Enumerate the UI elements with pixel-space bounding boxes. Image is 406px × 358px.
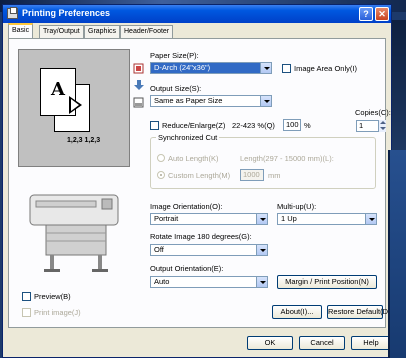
- tab-graphics[interactable]: Graphics: [84, 25, 121, 38]
- length-range-label: Length(297 - 15000 mm)(L):: [240, 154, 334, 163]
- chevron-down-icon: [256, 277, 267, 287]
- copies-spinner[interactable]: [378, 120, 386, 132]
- tab-header-footer[interactable]: Header/Footer: [120, 25, 174, 38]
- output-size-label: Output Size(S):: [150, 84, 202, 93]
- image-area-only-label: Image Area Only(I): [294, 64, 357, 73]
- image-orientation-dropdown[interactable]: Portrait: [150, 213, 268, 225]
- synchronized-cut-label: Synchronized Cut: [156, 133, 220, 142]
- reduce-enlarge-checkbox[interactable]: [150, 121, 159, 130]
- margin-print-position-button[interactable]: Margin / Print Position(N): [277, 275, 377, 289]
- paper-size-label: Paper Size(P):: [150, 51, 199, 60]
- reduce-enlarge-range: 22-423 %(Q): [232, 121, 275, 130]
- down-arrow-icon: [134, 80, 144, 90]
- about-button[interactable]: About(I)...: [272, 305, 322, 319]
- chevron-down-icon: [365, 214, 376, 224]
- tab-basic[interactable]: Basic: [8, 23, 34, 39]
- reduce-enlarge-input[interactable]: 100: [283, 119, 301, 131]
- chevron-down-icon: [256, 245, 267, 255]
- paper-size-icon: [133, 63, 144, 74]
- output-orientation-label: Output Orientation(E):: [150, 264, 224, 273]
- paper-size-dropdown[interactable]: D-Arch (24"x36"): [150, 62, 272, 74]
- help-button[interactable]: Help: [351, 336, 391, 350]
- preview-arrow-icon: [69, 96, 82, 114]
- close-button[interactable]: ✕: [375, 7, 389, 21]
- synchronized-cut-group: [150, 137, 376, 189]
- help-title-button[interactable]: ?: [359, 7, 373, 21]
- output-size-dropdown[interactable]: Same as Paper Size: [150, 95, 272, 107]
- custom-length-radio[interactable]: [157, 171, 165, 179]
- image-orientation-label: Image Orientation(O):: [150, 202, 223, 211]
- chevron-down-icon: [260, 63, 271, 73]
- percent-unit: %: [304, 121, 311, 130]
- printer-illustration: [29, 194, 119, 272]
- restore-default-button[interactable]: Restore Default(D): [327, 305, 391, 319]
- collate-text: 1,2,3 1,2,3: [67, 137, 101, 144]
- copies-label: Copies(C):: [355, 108, 391, 117]
- rotate-label: Rotate Image 180 degrees(G):: [150, 232, 252, 241]
- rotate-dropdown[interactable]: Off: [150, 244, 268, 256]
- custom-length-input[interactable]: 1000: [240, 169, 264, 181]
- tab-tray-output[interactable]: Tray/Output: [39, 25, 84, 38]
- ok-button[interactable]: OK: [247, 336, 293, 350]
- multi-up-value: 1 Up: [281, 214, 297, 223]
- cancel-button[interactable]: Cancel: [299, 336, 345, 350]
- print-image-label: Print image(J): [34, 308, 81, 317]
- paper-size-value: D-Arch (24"x36"): [154, 63, 211, 72]
- multi-up-dropdown[interactable]: 1 Up: [277, 213, 377, 225]
- window-title: Printing Preferences: [22, 8, 111, 18]
- output-size-value: Same as Paper Size: [154, 96, 223, 105]
- image-orientation-value: Portrait: [154, 214, 179, 223]
- printer-icon: [7, 7, 18, 19]
- title-bar[interactable]: Printing Preferences ? ✕: [3, 5, 391, 23]
- print-image-checkbox[interactable]: [22, 308, 31, 317]
- auto-length-radio[interactable]: [157, 154, 165, 162]
- auto-length-label: Auto Length(K): [168, 154, 219, 163]
- custom-length-unit: mm: [268, 171, 281, 180]
- chevron-down-icon: [256, 214, 267, 224]
- rotate-value: Off: [154, 245, 164, 254]
- multi-up-label: Multi-up(U):: [277, 202, 317, 211]
- preview-label: Preview(B): [34, 292, 71, 301]
- output-size-icon: [133, 97, 144, 108]
- chevron-down-icon: [260, 96, 271, 106]
- background-window-edge: [388, 150, 406, 358]
- output-orientation-dropdown[interactable]: Auto: [150, 276, 268, 288]
- output-orientation-value: Auto: [154, 277, 170, 286]
- preview-checkbox[interactable]: [22, 292, 31, 301]
- custom-length-label: Custom Length(M): [168, 171, 231, 180]
- reduce-enlarge-label: Reduce/Enlarge(Z): [162, 121, 226, 130]
- image-area-only-checkbox[interactable]: [282, 64, 291, 73]
